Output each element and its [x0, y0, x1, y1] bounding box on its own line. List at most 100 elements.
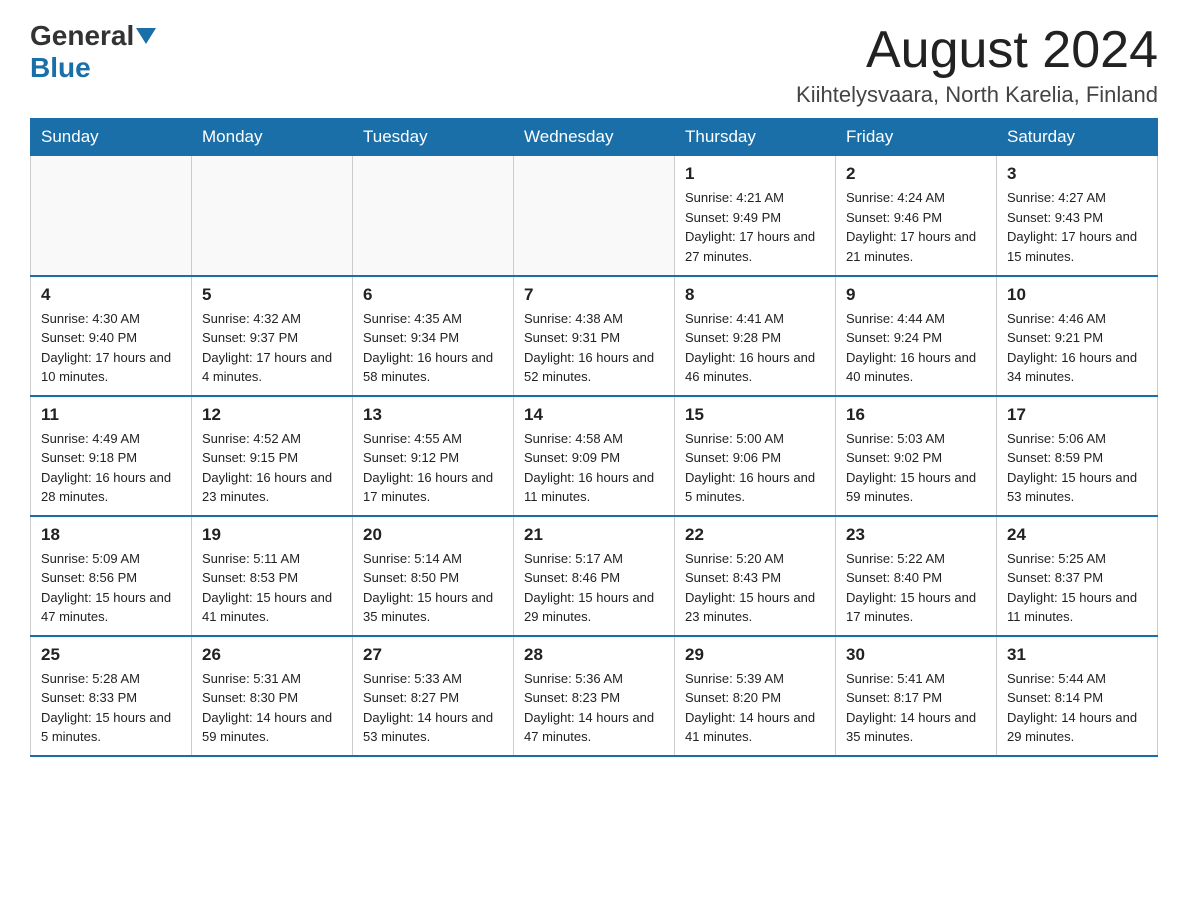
calendar-cell: 8 Sunrise: 4:41 AM Sunset: 9:28 PM Daylig… [675, 276, 836, 396]
day-number: 24 [1007, 525, 1147, 545]
day-number: 30 [846, 645, 986, 665]
day-number: 18 [41, 525, 181, 545]
day-number: 14 [524, 405, 664, 425]
day-number: 13 [363, 405, 503, 425]
calendar-cell: 19 Sunrise: 5:11 AM Sunset: 8:53 PM Dayli… [192, 516, 353, 636]
day-info: Sunrise: 5:17 AM Sunset: 8:46 PM Dayligh… [524, 549, 664, 627]
day-number: 3 [1007, 164, 1147, 184]
day-info: Sunrise: 4:52 AM Sunset: 9:15 PM Dayligh… [202, 429, 342, 507]
calendar-cell: 27 Sunrise: 5:33 AM Sunset: 8:27 PM Dayli… [353, 636, 514, 756]
day-info: Sunrise: 4:58 AM Sunset: 9:09 PM Dayligh… [524, 429, 664, 507]
calendar-cell: 3 Sunrise: 4:27 AM Sunset: 9:43 PM Daylig… [997, 156, 1158, 276]
day-info: Sunrise: 5:20 AM Sunset: 8:43 PM Dayligh… [685, 549, 825, 627]
day-number: 29 [685, 645, 825, 665]
day-info: Sunrise: 4:49 AM Sunset: 9:18 PM Dayligh… [41, 429, 181, 507]
day-number: 1 [685, 164, 825, 184]
day-info: Sunrise: 4:24 AM Sunset: 9:46 PM Dayligh… [846, 188, 986, 266]
day-info: Sunrise: 4:41 AM Sunset: 9:28 PM Dayligh… [685, 309, 825, 387]
day-info: Sunrise: 4:21 AM Sunset: 9:49 PM Dayligh… [685, 188, 825, 266]
page-header: General Blue August 2024 Kiihtelysvaara,… [30, 20, 1158, 108]
calendar-cell: 28Sunrise: 5:36 AM Sunset: 8:23 PM Dayli… [514, 636, 675, 756]
calendar-cell: 22Sunrise: 5:20 AM Sunset: 8:43 PM Dayli… [675, 516, 836, 636]
calendar-week-row: 1 Sunrise: 4:21 AM Sunset: 9:49 PM Daylig… [31, 156, 1158, 276]
day-info: Sunrise: 4:46 AM Sunset: 9:21 PM Dayligh… [1007, 309, 1147, 387]
day-number: 21 [524, 525, 664, 545]
calendar-cell: 12 Sunrise: 4:52 AM Sunset: 9:15 PM Dayli… [192, 396, 353, 516]
day-info: Sunrise: 4:44 AM Sunset: 9:24 PM Dayligh… [846, 309, 986, 387]
calendar-cell: 20 Sunrise: 5:14 AM Sunset: 8:50 PM Dayli… [353, 516, 514, 636]
day-number: 20 [363, 525, 503, 545]
calendar-week-row: 11 Sunrise: 4:49 AM Sunset: 9:18 PM Dayli… [31, 396, 1158, 516]
calendar-cell: 31Sunrise: 5:44 AM Sunset: 8:14 PM Dayli… [997, 636, 1158, 756]
day-number: 27 [363, 645, 503, 665]
calendar-cell: 15Sunrise: 5:00 AM Sunset: 9:06 PM Dayli… [675, 396, 836, 516]
day-info: Sunrise: 5:39 AM Sunset: 8:20 PM Dayligh… [685, 669, 825, 747]
day-number: 9 [846, 285, 986, 305]
calendar-cell: 25 Sunrise: 5:28 AM Sunset: 8:33 PM Dayli… [31, 636, 192, 756]
day-info: Sunrise: 5:28 AM Sunset: 8:33 PM Dayligh… [41, 669, 181, 747]
calendar-cell: 23Sunrise: 5:22 AM Sunset: 8:40 PM Dayli… [836, 516, 997, 636]
calendar-cell [31, 156, 192, 276]
day-info: Sunrise: 4:38 AM Sunset: 9:31 PM Dayligh… [524, 309, 664, 387]
day-number: 7 [524, 285, 664, 305]
calendar-cell: 16 Sunrise: 5:03 AM Sunset: 9:02 PM Dayli… [836, 396, 997, 516]
day-number: 25 [41, 645, 181, 665]
calendar-cell: 2Sunrise: 4:24 AM Sunset: 9:46 PM Daylig… [836, 156, 997, 276]
day-info: Sunrise: 4:35 AM Sunset: 9:34 PM Dayligh… [363, 309, 503, 387]
day-info: Sunrise: 5:06 AM Sunset: 8:59 PM Dayligh… [1007, 429, 1147, 507]
calendar-cell: 29 Sunrise: 5:39 AM Sunset: 8:20 PM Dayli… [675, 636, 836, 756]
day-number: 4 [41, 285, 181, 305]
day-info: Sunrise: 5:14 AM Sunset: 8:50 PM Dayligh… [363, 549, 503, 627]
day-number: 17 [1007, 405, 1147, 425]
day-info: Sunrise: 5:33 AM Sunset: 8:27 PM Dayligh… [363, 669, 503, 747]
calendar-cell [353, 156, 514, 276]
calendar-table: SundayMondayTuesdayWednesdayThursdayFrid… [30, 118, 1158, 757]
day-info: Sunrise: 5:41 AM Sunset: 8:17 PM Dayligh… [846, 669, 986, 747]
day-info: Sunrise: 4:27 AM Sunset: 9:43 PM Dayligh… [1007, 188, 1147, 266]
day-of-week-header: Thursday [675, 119, 836, 156]
logo-general-text: General [30, 20, 134, 52]
calendar-cell: 7 Sunrise: 4:38 AM Sunset: 9:31 PM Daylig… [514, 276, 675, 396]
title-section: August 2024 Kiihtelysvaara, North Kareli… [796, 20, 1158, 108]
calendar-cell: 30 Sunrise: 5:41 AM Sunset: 8:17 PM Dayli… [836, 636, 997, 756]
day-of-week-header: Friday [836, 119, 997, 156]
day-info: Sunrise: 5:09 AM Sunset: 8:56 PM Dayligh… [41, 549, 181, 627]
day-info: Sunrise: 5:00 AM Sunset: 9:06 PM Dayligh… [685, 429, 825, 507]
calendar-cell: 10 Sunrise: 4:46 AM Sunset: 9:21 PM Dayli… [997, 276, 1158, 396]
day-number: 16 [846, 405, 986, 425]
day-of-week-header: Saturday [997, 119, 1158, 156]
calendar-cell [514, 156, 675, 276]
day-info: Sunrise: 5:11 AM Sunset: 8:53 PM Dayligh… [202, 549, 342, 627]
calendar-header-row: SundayMondayTuesdayWednesdayThursdayFrid… [31, 119, 1158, 156]
day-of-week-header: Wednesday [514, 119, 675, 156]
location-title: Kiihtelysvaara, North Karelia, Finland [796, 82, 1158, 108]
day-number: 11 [41, 405, 181, 425]
day-of-week-header: Monday [192, 119, 353, 156]
day-number: 12 [202, 405, 342, 425]
day-number: 26 [202, 645, 342, 665]
day-info: Sunrise: 4:32 AM Sunset: 9:37 PM Dayligh… [202, 309, 342, 387]
calendar-cell: 18 Sunrise: 5:09 AM Sunset: 8:56 PM Dayli… [31, 516, 192, 636]
day-number: 8 [685, 285, 825, 305]
calendar-cell: 1 Sunrise: 4:21 AM Sunset: 9:49 PM Daylig… [675, 156, 836, 276]
day-info: Sunrise: 5:36 AM Sunset: 8:23 PM Dayligh… [524, 669, 664, 747]
day-of-week-header: Tuesday [353, 119, 514, 156]
day-of-week-header: Sunday [31, 119, 192, 156]
day-info: Sunrise: 5:03 AM Sunset: 9:02 PM Dayligh… [846, 429, 986, 507]
day-number: 10 [1007, 285, 1147, 305]
day-number: 5 [202, 285, 342, 305]
calendar-cell: 11 Sunrise: 4:49 AM Sunset: 9:18 PM Dayli… [31, 396, 192, 516]
day-number: 6 [363, 285, 503, 305]
calendar-cell: 24Sunrise: 5:25 AM Sunset: 8:37 PM Dayli… [997, 516, 1158, 636]
calendar-week-row: 25 Sunrise: 5:28 AM Sunset: 8:33 PM Dayli… [31, 636, 1158, 756]
logo: General Blue [30, 20, 158, 84]
day-number: 19 [202, 525, 342, 545]
calendar-cell: 14 Sunrise: 4:58 AM Sunset: 9:09 PM Dayli… [514, 396, 675, 516]
logo-triangle-icon [136, 28, 156, 44]
day-info: Sunrise: 4:30 AM Sunset: 9:40 PM Dayligh… [41, 309, 181, 387]
calendar-cell: 26Sunrise: 5:31 AM Sunset: 8:30 PM Dayli… [192, 636, 353, 756]
calendar-cell [192, 156, 353, 276]
calendar-cell: 9 Sunrise: 4:44 AM Sunset: 9:24 PM Daylig… [836, 276, 997, 396]
day-info: Sunrise: 5:22 AM Sunset: 8:40 PM Dayligh… [846, 549, 986, 627]
calendar-cell: 6 Sunrise: 4:35 AM Sunset: 9:34 PM Daylig… [353, 276, 514, 396]
